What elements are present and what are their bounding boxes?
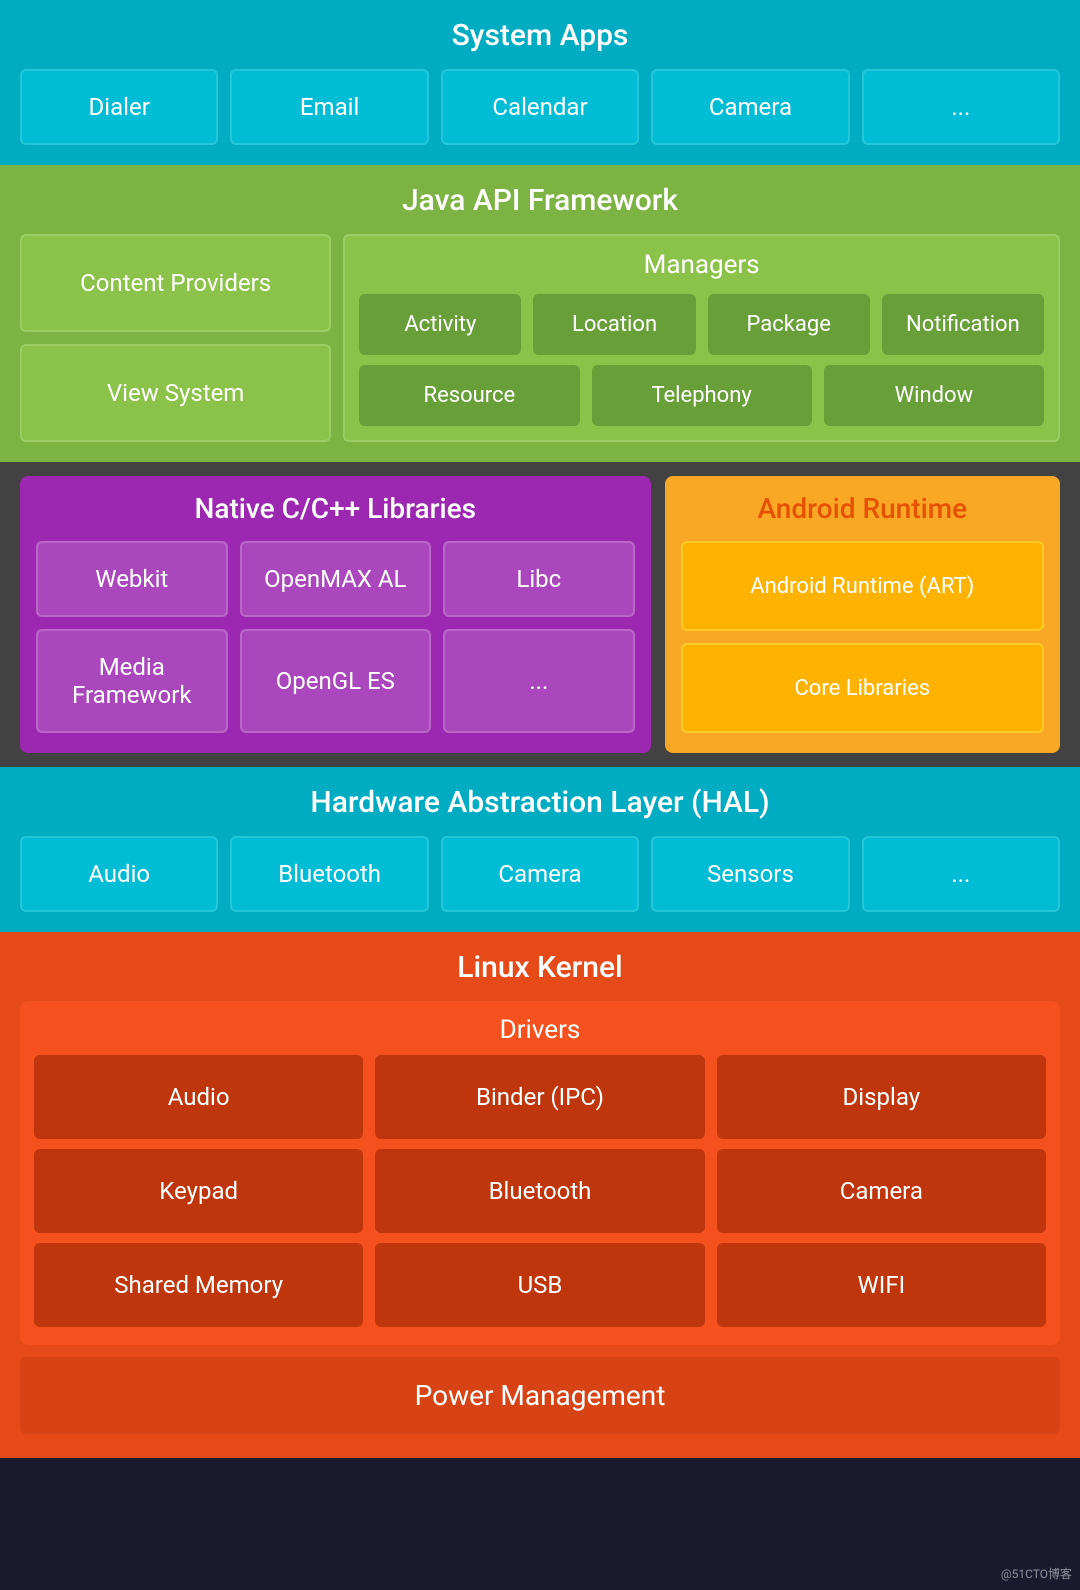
email-cell: Email [230,69,428,145]
drivers-box: Drivers Audio Binder (IPC) Display Keypa… [20,1001,1060,1345]
hal-sensors-cell: Sensors [651,836,849,912]
telephony-cell: Telephony [592,365,812,426]
driver-shared-memory-cell: Shared Memory [34,1243,363,1327]
camera-cell: Camera [651,69,849,145]
hal-title: Hardware Abstraction Layer (HAL) [20,785,1060,820]
linux-kernel-layer: Linux Kernel Drivers Audio Binder (IPC) … [0,932,1080,1458]
system-apps-layer: System Apps Dialer Email Calendar Camera… [0,0,1080,165]
window-cell: Window [824,365,1044,426]
core-libraries-cell: Core Libraries [681,643,1044,733]
hal-row: Audio Bluetooth Camera Sensors ... [20,836,1060,912]
location-cell: Location [533,294,695,355]
hal-layer: Hardware Abstraction Layer (HAL) Audio B… [0,767,1080,932]
java-api-title: Java API Framework [20,183,1060,218]
managers-row1: Activity Location Package Notification [359,294,1044,355]
activity-cell: Activity [359,294,521,355]
media-framework-cell: Media Framework [36,629,228,733]
native-more-cell: ... [443,629,635,733]
driver-usb-cell: USB [375,1243,704,1327]
resource-cell: Resource [359,365,579,426]
more-cell: ... [862,69,1060,145]
driver-keypad-cell: Keypad [34,1149,363,1233]
managers-box: Managers Activity Location Package Notif… [343,234,1060,442]
drivers-row2: Keypad Bluetooth Camera [34,1149,1046,1233]
hal-more-cell: ... [862,836,1060,912]
drivers-row3: Shared Memory USB WIFI [34,1243,1046,1327]
managers-row2: Resource Telephony Window [359,365,1044,426]
drivers-title: Drivers [34,1015,1046,1045]
view-system-cell: View System [20,344,331,442]
driver-binder-cell: Binder (IPC) [375,1055,704,1139]
java-api-left: Content Providers View System [20,234,331,442]
hal-camera-cell: Camera [441,836,639,912]
java-api-layer: Java API Framework Content Providers Vie… [0,165,1080,462]
content-providers-cell: Content Providers [20,234,331,332]
java-api-content-row: Content Providers View System Managers A… [20,234,1060,442]
native-title: Native C/C++ Libraries [36,492,635,525]
libc-cell: Libc [443,541,635,617]
openmax-cell: OpenMAX AL [240,541,432,617]
drivers-row1: Audio Binder (IPC) Display [34,1055,1046,1139]
package-cell: Package [708,294,870,355]
system-apps-row: Dialer Email Calendar Camera ... [20,69,1060,145]
driver-bluetooth-cell: Bluetooth [375,1149,704,1233]
calendar-cell: Calendar [441,69,639,145]
linux-kernel-title: Linux Kernel [20,950,1060,985]
native-row2: Media Framework OpenGL ES ... [36,629,635,733]
system-apps-title: System Apps [20,18,1060,53]
opengl-cell: OpenGL ES [240,629,432,733]
watermark: @51CTO博客 [1001,1565,1072,1582]
hal-bluetooth-cell: Bluetooth [230,836,428,912]
android-runtime-box: Android Runtime Android Runtime (ART) Co… [665,476,1060,753]
dialer-cell: Dialer [20,69,218,145]
native-row1: Webkit OpenMAX AL Libc [36,541,635,617]
hal-audio-cell: Audio [20,836,218,912]
notification-cell: Notification [882,294,1044,355]
driver-display-cell: Display [717,1055,1046,1139]
managers-title: Managers [359,250,1044,280]
android-runtime-title: Android Runtime [681,492,1044,525]
middle-section: Native C/C++ Libraries Webkit OpenMAX AL… [0,462,1080,767]
driver-camera-cell: Camera [717,1149,1046,1233]
webkit-cell: Webkit [36,541,228,617]
power-management-bar: Power Management [20,1357,1060,1434]
driver-wifi-cell: WIFI [717,1243,1046,1327]
native-libraries-box: Native C/C++ Libraries Webkit OpenMAX AL… [20,476,651,753]
art-cell: Android Runtime (ART) [681,541,1044,631]
driver-audio-cell: Audio [34,1055,363,1139]
